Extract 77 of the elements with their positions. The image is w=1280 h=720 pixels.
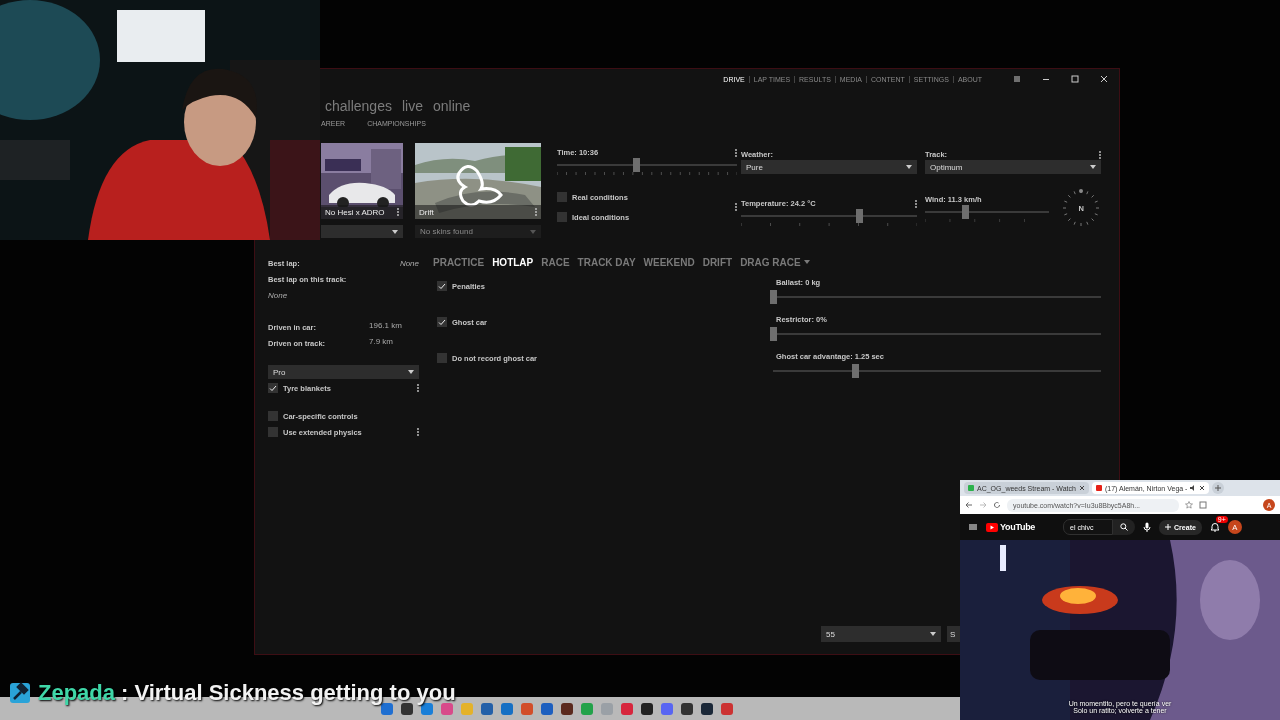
- video-site-icon: [1095, 485, 1102, 491]
- caret-icon: [1090, 165, 1096, 169]
- site-icon: [968, 485, 974, 491]
- section-tab[interactable]: challenges: [325, 98, 392, 114]
- select-dropdown[interactable]: 55: [821, 626, 941, 642]
- slider-thumb[interactable]: [633, 158, 641, 172]
- stat-value: 7.9 km: [369, 336, 393, 346]
- menu-icon[interactable]: [968, 522, 978, 532]
- checkbox[interactable]: [268, 427, 278, 437]
- slider-track[interactable]: [773, 290, 1101, 304]
- site-logo[interactable]: YouTube: [986, 522, 1036, 532]
- maximize-icon[interactable]: [1070, 74, 1080, 84]
- slider-thumb[interactable]: [770, 290, 777, 304]
- checkbox[interactable]: [268, 411, 278, 421]
- action-button[interactable]: S: [947, 626, 960, 642]
- checkbox[interactable]: [437, 353, 447, 363]
- track-dropdown[interactable]: Optimum: [925, 160, 1101, 174]
- slider-track[interactable]: [773, 364, 1101, 378]
- track-card[interactable]: Drift: [415, 143, 541, 219]
- mode-tab[interactable]: RACE: [541, 256, 570, 268]
- mode-tab[interactable]: WEEKEND: [643, 256, 695, 268]
- checkbox[interactable]: [437, 317, 447, 327]
- microphone-icon[interactable]: [1143, 522, 1152, 532]
- menu-icon[interactable]: [1012, 74, 1022, 84]
- checkbox[interactable]: [268, 383, 278, 393]
- speaker-icon: [1190, 485, 1197, 491]
- taskbar-app-icon[interactable]: [680, 701, 694, 716]
- slider-track[interactable]: [925, 205, 1050, 219]
- star-icon[interactable]: [1185, 501, 1193, 509]
- mode-tab[interactable]: DRIFT: [702, 256, 733, 268]
- car-name: No Hesi x ADRO: [325, 207, 385, 217]
- close-icon[interactable]: [1199, 485, 1206, 491]
- track-name: Drift: [419, 207, 434, 217]
- slider-thumb[interactable]: [961, 205, 969, 219]
- back-icon[interactable]: [965, 501, 973, 509]
- checkbox[interactable]: [437, 281, 447, 291]
- weather-dropdown[interactable]: Pure: [741, 160, 917, 174]
- mode-tab[interactable]: DRAG RACE: [740, 256, 810, 268]
- mode-tab[interactable]: TRACK DAY: [577, 256, 636, 268]
- checkbox[interactable]: [557, 192, 567, 202]
- caret-icon: [530, 229, 536, 234]
- stat-value: 196.1 km: [369, 320, 402, 330]
- caret-icon: [392, 229, 398, 234]
- taskbar-app-icon[interactable]: [380, 701, 394, 716]
- taskbar-app-icon[interactable]: [400, 701, 414, 716]
- taskbar-app-icon[interactable]: [700, 701, 714, 716]
- search-icon[interactable]: [1120, 523, 1129, 531]
- slider-track[interactable]: [773, 327, 1101, 341]
- hammer-icon: [8, 681, 32, 705]
- close-icon[interactable]: [1078, 485, 1085, 491]
- checkbox[interactable]: [557, 212, 567, 222]
- mode-tab[interactable]: HOTLAP: [492, 256, 534, 268]
- new-tab-icon[interactable]: [1212, 482, 1225, 494]
- compass-dial-icon[interactable]: [1061, 188, 1102, 228]
- section-tab[interactable]: live: [401, 98, 423, 114]
- slider-thumb[interactable]: [852, 364, 859, 378]
- reload-icon[interactable]: [993, 501, 1001, 509]
- bell-icon[interactable]: [1209, 522, 1220, 532]
- stat-value: None: [399, 258, 419, 268]
- caret-icon: [906, 165, 912, 169]
- car-card[interactable]: No Hesi x ADRO: [321, 143, 403, 219]
- assist-preset-dropdown[interactable]: Pro: [268, 365, 419, 379]
- slider-thumb[interactable]: [770, 327, 777, 341]
- skin-dropdown[interactable]: No skins found: [415, 225, 541, 238]
- section-tab[interactable]: online: [432, 98, 471, 114]
- caret-icon: [930, 632, 936, 636]
- caret-icon: [408, 370, 414, 374]
- plus-icon: [1165, 524, 1172, 530]
- slider-thumb[interactable]: [855, 209, 863, 223]
- slider-track[interactable]: [741, 209, 917, 223]
- caret-icon: [803, 260, 810, 264]
- mode-tab[interactable]: PRACTICE: [433, 256, 485, 268]
- taskbar-app-icon[interactable]: [640, 701, 654, 716]
- extensions-icon[interactable]: [1199, 501, 1207, 509]
- taskbar-app-icon[interactable]: [560, 701, 574, 716]
- stat-value: None: [268, 290, 288, 300]
- slider-track[interactable]: [557, 158, 737, 172]
